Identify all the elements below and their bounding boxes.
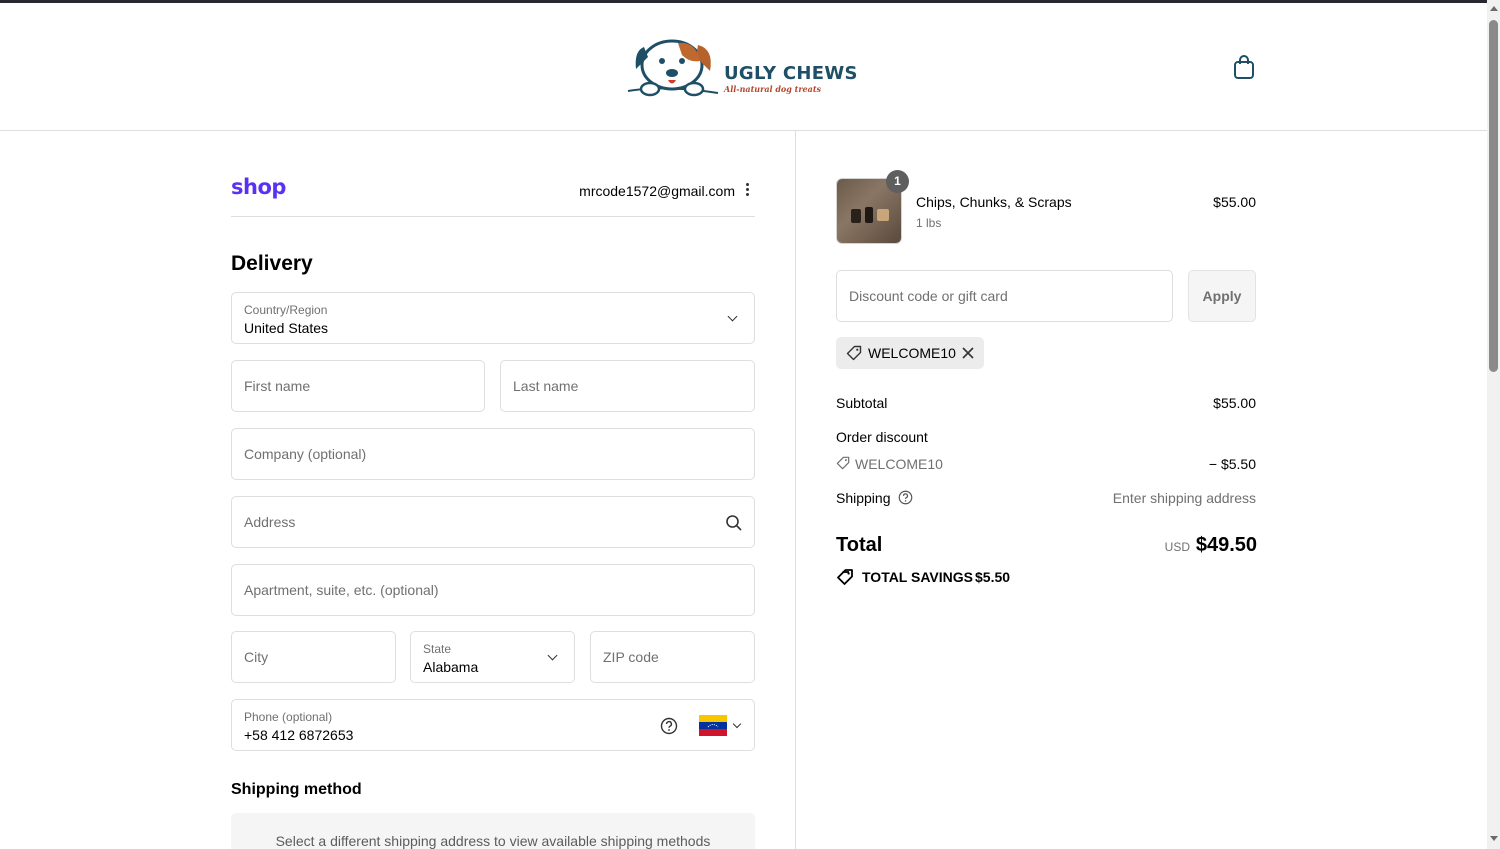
product-variant: 1 lbs [916,216,942,230]
delivery-title: Delivery [231,252,313,275]
account-divider [231,216,755,217]
applied-discount-code: WELCOME10 [868,345,956,361]
chevron-down-icon [727,311,738,322]
subtotal-label: Subtotal [836,395,888,411]
country-select[interactable]: Country/Region United States [231,292,755,344]
state-label: State [423,642,452,656]
brand-name: UGLY CHEWS [724,63,858,84]
product-name: Chips, Chunks, & Scraps [916,194,1072,210]
chevron-down-icon[interactable] [732,719,742,729]
column-divider [795,131,796,849]
phone-label: Phone (optional) [244,710,333,724]
order-discount-label: Order discount [836,429,928,445]
discount-code-input[interactable]: Discount code or gift card [836,270,1173,322]
quantity-badge: 1 [886,170,909,193]
discount-placeholder: Discount code or gift card [849,288,1008,304]
company-field[interactable]: Company (optional) [231,428,755,480]
subtotal-value: $55.00 [1213,395,1256,411]
tag-icon [836,456,850,470]
first-name-field[interactable]: First name [231,360,485,412]
scroll-down-icon[interactable] [1490,836,1498,841]
apply-discount-button[interactable]: Apply [1188,270,1256,322]
savings-tag-icon [837,569,853,585]
account-email: mrcode1572@gmail.com [579,183,735,199]
shipping-method-title: Shipping method [231,781,362,798]
city-placeholder: City [244,649,269,665]
phone-value: +58 412 6872653 [244,727,354,743]
shipping-value: Enter shipping address [1112,490,1256,506]
brand-logo[interactable]: UGLY CHEWS All-natural dog treats [626,33,858,99]
total-currency: USD [1164,540,1190,554]
brand-tagline: All-natural dog treats [724,84,822,94]
apartment-placeholder: Apartment, suite, etc. (optional) [244,582,439,598]
venezuela-flag-icon[interactable] [699,715,727,736]
shipping-label: Shipping [836,490,891,506]
remove-discount-icon[interactable] [960,345,976,361]
apartment-field[interactable]: Apartment, suite, etc. (optional) [231,564,755,616]
applied-discount-chip: WELCOME10 [836,337,984,369]
order-discount-value: − $5.50 [1208,456,1256,472]
phone-field[interactable]: Phone (optional) +58 412 6872653 [231,699,755,751]
site-header: UGLY CHEWS All-natural dog treats [0,3,1487,131]
help-circle-icon[interactable] [660,717,678,735]
scroll-up-icon[interactable] [1490,6,1498,11]
shipping-method-message: Select a different shipping address to v… [275,833,711,849]
company-placeholder: Company (optional) [244,446,367,462]
total-savings-label: TOTAL SAVINGS [862,569,973,585]
city-field[interactable]: City [231,631,396,683]
total-label: Total [836,534,883,556]
tag-icon [846,345,862,361]
address-field[interactable]: Address [231,496,755,548]
country-value: United States [244,320,329,336]
shipping-method-notice: Select a different shipping address to v… [231,813,755,849]
dog-mascot-icon [627,39,719,97]
page-scrollbar[interactable] [1487,0,1500,849]
chevron-down-icon [547,650,558,661]
last-name-placeholder: Last name [513,378,579,394]
more-vertical-icon[interactable] [743,182,751,200]
first-name-placeholder: First name [244,378,311,394]
total-value: $49.50 [1195,534,1257,556]
last-name-field[interactable]: Last name [500,360,755,412]
state-value: Alabama [423,659,479,675]
help-circle-icon[interactable] [898,490,913,505]
search-icon[interactable] [725,514,743,532]
zip-placeholder: ZIP code [603,649,659,665]
total-savings-value: $5.50 [975,569,1011,585]
shop-pay-logo: shop [231,175,286,199]
zip-field[interactable]: ZIP code [590,631,755,683]
order-discount-code: WELCOME10 [855,456,943,472]
scrollbar-thumb[interactable] [1489,20,1498,372]
product-price: $55.00 [1213,194,1256,210]
address-placeholder: Address [244,514,296,530]
shopping-bag-icon[interactable] [1232,54,1256,80]
state-select[interactable]: State Alabama [410,631,575,683]
country-label: Country/Region [244,303,328,317]
